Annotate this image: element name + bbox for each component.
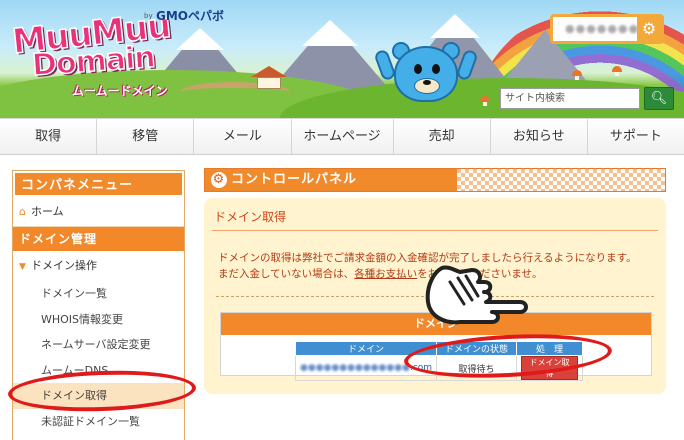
user-account-box[interactable]: ●●●●●●●● ⚙: [550, 14, 664, 44]
sidebar-section-domain-management: ドメイン管理: [13, 227, 184, 251]
mushroom-icon: [572, 70, 582, 80]
sidebar-item-whois[interactable]: WHOIS情報変更: [13, 307, 184, 333]
mountain-snow-decoration: [430, 14, 480, 38]
sidebar-group-label: ドメイン操作: [31, 259, 97, 272]
nav-item-homepage[interactable]: ホームページ: [292, 119, 394, 154]
triangle-down-icon: ▼: [19, 262, 26, 272]
logo-line2: Domain: [30, 39, 156, 84]
gear-icon: ⚙: [211, 172, 227, 188]
pointing-hand-icon: [425, 265, 528, 325]
nav-item-support[interactable]: サポート: [588, 119, 684, 154]
nav-item-news[interactable]: お知らせ: [491, 119, 588, 154]
sidebar-title: コンパネメニュー: [13, 171, 184, 197]
gmo-pepabo-logo[interactable]: GMOペパボ: [156, 7, 224, 24]
divider: [212, 230, 658, 231]
home-icon: ⌂: [19, 205, 26, 218]
bear-mascot-icon: [373, 42, 479, 116]
control-panel-header: ⚙ コントロールパネル: [204, 168, 666, 192]
nav-item-sell[interactable]: 売却: [394, 119, 491, 154]
control-panel-title-wrap: ⚙ コントロールパネル: [205, 169, 457, 191]
domain-name-blurred: ●●●●●●●●●●●●●●: [300, 363, 410, 373]
sidebar-item-label: ホーム: [31, 205, 64, 218]
panel-title: ドメイン取得: [214, 210, 287, 224]
sidebar-item-home[interactable]: ⌂ ホーム: [13, 197, 184, 227]
payment-link[interactable]: 各種お支払い: [354, 268, 417, 280]
nav-item-transfer[interactable]: 移管: [97, 119, 195, 154]
sidebar-item-domain-list[interactable]: ドメイン一覧: [13, 281, 184, 307]
logo-kana: ムームードメイン: [72, 84, 168, 98]
mushroom-icon: [612, 66, 622, 76]
mushroom-icon: [480, 96, 490, 106]
house-icon: [251, 66, 287, 89]
global-nav: 取得 移管 メール ホームページ 売却 お知らせ サポート: [0, 118, 684, 155]
mountain-snow-decoration: [302, 20, 358, 46]
gear-icon[interactable]: ⚙: [637, 17, 661, 41]
search-icon[interactable]: 🔍︎: [644, 87, 674, 110]
gmo-by-text: by: [144, 12, 153, 20]
sidebar-item-unverified-domains[interactable]: 未認証ドメイン一覧: [13, 409, 184, 435]
nav-item-mail[interactable]: メール: [194, 119, 292, 154]
sidebar-group-domain-operations[interactable]: ▼ ドメイン操作: [13, 251, 184, 281]
sidebar-item-nameserver[interactable]: ネームサーバ設定変更: [13, 332, 184, 358]
site-search-input[interactable]: [500, 88, 640, 109]
nav-item-acquire[interactable]: 取得: [0, 119, 98, 154]
control-panel-title: コントロールパネル: [231, 172, 358, 187]
site-header: MuuMuu Domain ムームードメイン by GMOペパボ ●●●●●●●…: [0, 0, 684, 118]
site-logo[interactable]: MuuMuu Domain ムームードメイン: [10, 5, 210, 102]
message-text: まだ入金していない場合は、: [218, 268, 355, 280]
